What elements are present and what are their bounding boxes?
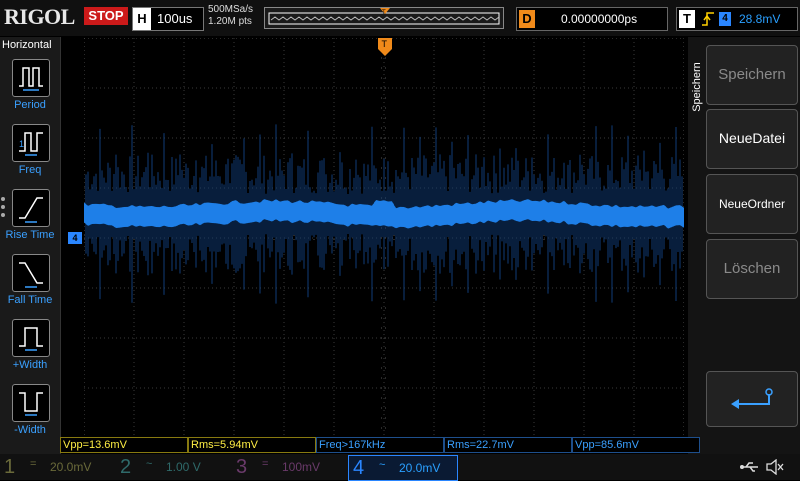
svg-text:1: 1 bbox=[19, 139, 24, 149]
channel-2-number: 2 bbox=[120, 456, 132, 478]
waveform-display[interactable] bbox=[84, 38, 684, 438]
channel-2-coupling: ~ bbox=[146, 458, 153, 470]
horizontal-label: H bbox=[133, 8, 151, 30]
delay-label: D bbox=[519, 10, 535, 28]
delay-box[interactable]: D 0.00000000ps bbox=[516, 7, 668, 31]
channel-2-scale: 1.00 V bbox=[166, 460, 201, 474]
memory-overview-waveform: T bbox=[265, 8, 503, 28]
measure-rise-time-label: Rise Time bbox=[5, 229, 55, 241]
freq-icon: 1 bbox=[12, 124, 50, 162]
channel-3-number: 3 bbox=[236, 456, 248, 478]
trigger-position-marker[interactable]: T bbox=[378, 38, 392, 56]
save-button-label: Speichern bbox=[718, 66, 786, 83]
run-stop-indicator[interactable]: STOP bbox=[84, 7, 128, 25]
right-menu-title-tab: Speichern bbox=[688, 41, 706, 141]
svg-text:T: T bbox=[382, 39, 388, 49]
top-status-bar: RIGOL STOP H 100us 500MSa/s 1.20M pts T … bbox=[0, 0, 800, 36]
measure-fall-time[interactable]: Fall Time bbox=[0, 254, 60, 314]
measure-rise-time[interactable]: Rise Time bbox=[0, 189, 60, 249]
period-icon bbox=[12, 59, 50, 97]
channel-3-box[interactable]: 3 = 100mV bbox=[232, 455, 344, 479]
brand-logo: RIGOL bbox=[4, 4, 75, 29]
trigger-level: 28.8mV bbox=[739, 12, 781, 26]
new-file-button[interactable]: NeueDatei bbox=[706, 109, 798, 169]
negative-width-icon bbox=[12, 384, 50, 422]
measure-fall-time-label: Fall Time bbox=[7, 294, 53, 306]
measurement-ch1-vpp[interactable]: Vpp=13.6mV bbox=[60, 437, 188, 453]
measure-positive-width-label: +Width bbox=[12, 359, 48, 371]
return-button[interactable] bbox=[706, 371, 798, 427]
right-menu-title: Speichern bbox=[691, 62, 703, 112]
rise-time-icon bbox=[12, 189, 50, 227]
left-menu-title: Horizontal bbox=[2, 39, 52, 51]
measure-freq[interactable]: 1 Freq bbox=[0, 124, 60, 184]
channel-4-scale: 20.0mV bbox=[399, 461, 441, 475]
delay-value: 0.00000000ps bbox=[561, 12, 638, 26]
memory-overview-bar: T bbox=[264, 7, 504, 29]
trigger-label: T bbox=[679, 10, 695, 28]
memory-depth: 1.20M pts bbox=[208, 16, 252, 27]
measure-positive-width[interactable]: +Width bbox=[0, 319, 60, 379]
channel-4-box[interactable]: 4 ~ 20.0mV bbox=[348, 455, 458, 481]
left-measure-menu: Horizontal Period 1 Freq Rise Time Fall … bbox=[0, 37, 61, 457]
channel-1-coupling: = bbox=[30, 458, 37, 470]
channel-status-bar: 1 = 20.0mV 2 ~ 1.00 V 3 = 100mV 4 ~ 20.0… bbox=[0, 454, 800, 481]
delete-button-label: Löschen bbox=[723, 260, 781, 277]
ch4-waveform-trace bbox=[84, 124, 684, 304]
usb-icon bbox=[740, 462, 758, 472]
save-button[interactable]: Speichern bbox=[706, 45, 798, 105]
horizontal-timebase-box[interactable]: H 100us bbox=[132, 7, 204, 31]
new-file-button-label: NeueDatei bbox=[718, 130, 786, 146]
measurement-ch1-rms[interactable]: Rms=5.94mV bbox=[188, 437, 316, 453]
channel-1-scale: 20.0mV bbox=[50, 460, 92, 474]
measure-period[interactable]: Period bbox=[0, 59, 60, 119]
return-arrow-icon bbox=[731, 388, 773, 409]
sample-rate: 500MSa/s bbox=[208, 4, 254, 15]
new-folder-button[interactable]: NeueOrdner bbox=[706, 174, 798, 234]
channel-4-number: 4 bbox=[353, 457, 365, 479]
measurement-ch4-rms[interactable]: Rms=22.7mV bbox=[444, 437, 572, 453]
positive-width-icon bbox=[12, 319, 50, 357]
channel-3-coupling: = bbox=[262, 458, 269, 470]
measurement-ch4-freq[interactable]: Freq>167kHz bbox=[316, 437, 444, 453]
speaker-muted-icon[interactable] bbox=[766, 459, 784, 475]
ch4-offset-marker[interactable]: 4 bbox=[68, 232, 82, 244]
channel-1-box[interactable]: 1 = 20.0mV bbox=[0, 455, 112, 479]
timebase-value: 100us bbox=[157, 11, 193, 26]
trigger-box[interactable]: T 4 28.8mV bbox=[676, 7, 798, 31]
measure-negative-width-label: -Width bbox=[14, 424, 46, 436]
measurement-ch4-vpp[interactable]: Vpp=85.6mV bbox=[572, 437, 700, 453]
rising-edge-icon bbox=[702, 12, 714, 26]
right-softkey-menu: Speichern Speichern NeueDatei NeueOrdner… bbox=[688, 37, 800, 457]
new-folder-button-label: NeueOrdner bbox=[718, 197, 786, 211]
channel-1-number: 1 bbox=[4, 456, 16, 478]
fall-time-icon bbox=[12, 254, 50, 292]
channel-3-scale: 100mV bbox=[282, 460, 321, 474]
acquisition-info: 500MSa/s 1.20M pts bbox=[208, 4, 253, 28]
trigger-source: 4 bbox=[719, 12, 731, 26]
measurement-bar: Vpp=13.6mV Rms=5.94mV Freq>167kHz Rms=22… bbox=[60, 437, 700, 453]
measure-freq-label: Freq bbox=[18, 164, 42, 176]
measure-negative-width[interactable]: -Width bbox=[0, 384, 60, 444]
svg-text:T: T bbox=[382, 10, 386, 16]
measure-period-label: Period bbox=[14, 99, 46, 111]
channel-2-box[interactable]: 2 ~ 1.00 V bbox=[116, 455, 228, 479]
delete-button[interactable]: Löschen bbox=[706, 239, 798, 299]
channel-4-coupling: ~ bbox=[379, 459, 386, 471]
